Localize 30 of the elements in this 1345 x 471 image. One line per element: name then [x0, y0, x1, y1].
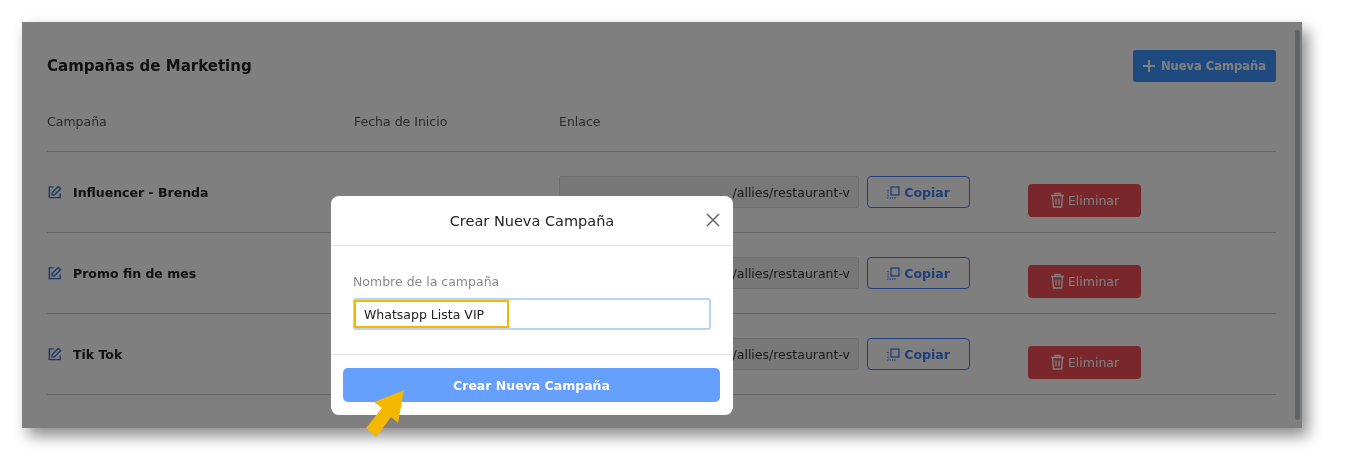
plus-icon [1143, 60, 1155, 72]
column-header: Enlace [559, 114, 602, 129]
trash-icon [1049, 273, 1065, 289]
copy-button[interactable]: Copiar [867, 176, 970, 208]
delete-button[interactable]: Eliminar [1028, 183, 1141, 217]
dialog-title: Crear Nueva Campaña [449, 212, 615, 229]
delete-button[interactable]: Eliminar [1028, 264, 1141, 298]
scrollbar[interactable] [1295, 30, 1300, 420]
field-label: Nombre de la campaña [353, 274, 501, 289]
delete-button[interactable]: Eliminar [1028, 345, 1141, 379]
campaign-name-field[interactable]: Whatsapp Lista VIP [353, 298, 711, 330]
edit-icon[interactable] [47, 265, 62, 281]
copy-button[interactable]: Copiar [867, 338, 970, 370]
trash-icon [1049, 354, 1065, 370]
edit-icon[interactable] [47, 346, 62, 362]
copy-icon [887, 347, 901, 361]
campaign-name: Influencer - Brenda [73, 184, 209, 200]
create-campaign-button[interactable]: Crear Nueva Campaña [343, 368, 720, 402]
copy-icon [887, 185, 901, 199]
copy-icon [887, 266, 901, 280]
column-header: Fecha de Inicio [354, 114, 449, 129]
close-icon[interactable] [705, 212, 721, 228]
campaign-name: Promo fin de mes [73, 265, 197, 281]
page-title: Campañas de Marketing [47, 57, 252, 75]
copy-button[interactable]: Copiar [867, 257, 970, 289]
trash-icon [1049, 192, 1065, 208]
edit-icon[interactable] [47, 184, 62, 200]
column-header: Campaña [47, 114, 108, 129]
campaign-name: Tik Tok [73, 346, 123, 362]
new-campaign-button[interactable]: Nueva Campaña [1133, 50, 1276, 82]
